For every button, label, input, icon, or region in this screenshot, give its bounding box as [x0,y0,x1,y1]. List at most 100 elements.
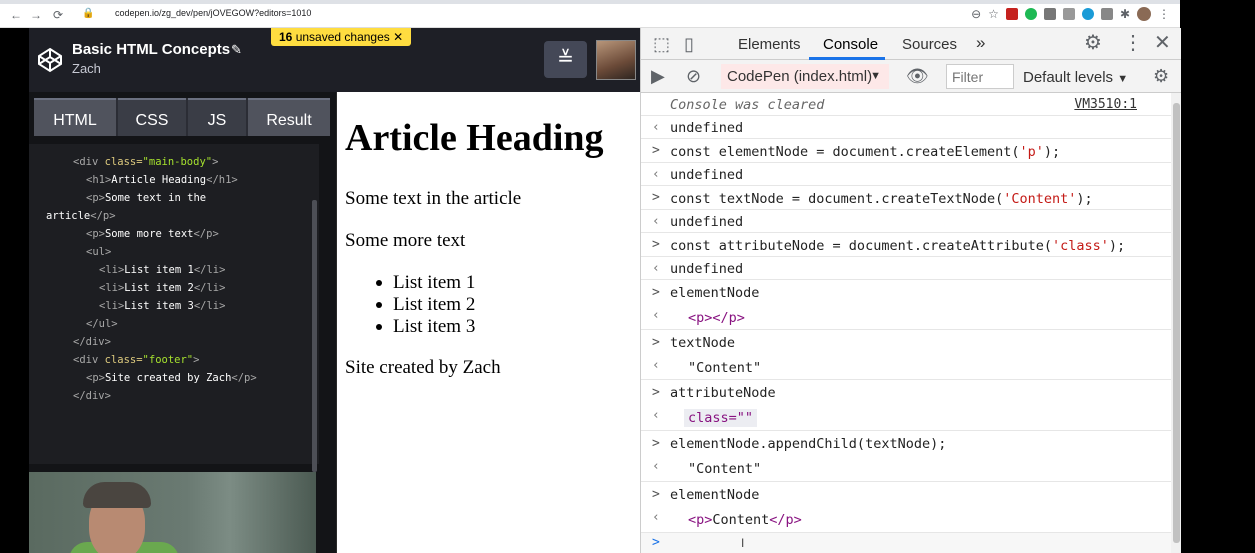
devtools-panel: ⬚ ▯ Elements Console Sources » ⚙ ⋮ ✕ ▶ ⊘… [640,28,1182,553]
code-line-13: <p>Site created by Zach</p> [86,372,257,384]
console-entry: > elementNode ‹ <p>Content</p> [641,482,1182,533]
unsaved-changes-badge[interactable]: 16 unsaved changes ✕ [271,28,412,46]
console-cleared-text: Console was cleared [670,97,825,113]
tab-elements[interactable]: Elements [738,36,801,53]
change-view-button[interactable]: ≚ [544,41,587,78]
live-expression-eye-icon[interactable]: 👁 [906,67,929,85]
unsaved-count: 16 [279,30,293,44]
code-line-2: <h1>Article Heading</h1> [86,174,238,186]
result-arrow-icon: ‹ [652,261,660,276]
tab-sources[interactable]: Sources [902,36,957,53]
code-line-12: <div class="footer"> [73,354,200,366]
menu-kebab-icon[interactable]: ⋮ [1158,8,1170,20]
more-tabs-icon[interactable]: » [976,33,985,53]
address-bar[interactable]: codepen.io/zg_dev/pen/jOVEGOW?editors=10… [115,8,311,18]
lock-icon: 🔒 [82,8,95,19]
console-command: > const elementNode = document.createEle… [641,139,1182,163]
element-node-output[interactable]: <p>Content</p> [688,512,802,528]
extension-gray-icon[interactable] [1043,8,1056,20]
chevron-down-icon: ▼ [1117,73,1129,85]
edit-title-pencil-icon[interactable]: ✎ [231,42,242,58]
result-arrow-icon: ‹ [652,358,660,373]
code-line-6: <ul> [86,246,112,258]
input-arrow-icon: > [652,436,660,451]
result-arrow-icon: ‹ [652,459,660,474]
code-line-4: article</p> [46,210,116,222]
article-paragraph-2: Some more text [345,230,466,251]
more-options-icon[interactable]: ⋮ [1123,33,1143,53]
console-prompt[interactable]: > I [641,533,1182,553]
forward-icon[interactable]: → [30,9,42,21]
pen-author[interactable]: Zach [72,61,101,76]
input-arrow-icon: > [652,487,660,502]
reload-icon[interactable]: ⟳ [53,9,63,21]
pen-title[interactable]: Basic HTML Concepts [72,41,230,58]
chevron-down-icon: ▼ [870,70,881,82]
back-icon[interactable]: ← [10,9,22,21]
settings-gear-icon[interactable]: ⚙ [1084,33,1102,53]
list-item: List item 2 [376,294,475,316]
close-icon[interactable]: ✕ [393,30,403,44]
zoom-icon[interactable]: ⊖ [971,8,981,20]
input-arrow-icon: > [652,385,660,400]
attribute-node-output[interactable]: class="" [684,409,758,427]
extension-red-icon[interactable] [1005,8,1018,20]
html-code-editor[interactable]: <div class="main-body"> <h1>Article Head… [29,144,319,472]
star-icon[interactable]: ☆ [988,8,999,20]
extension-b-icon[interactable] [1062,8,1075,20]
puzzle-icon[interactable]: ✱ [1120,8,1130,20]
editor-tabs: HTML CSS JS Result [34,98,330,136]
article-paragraph-1: Some text in the article [345,188,522,209]
tab-result[interactable]: Result [248,98,330,136]
filter-input[interactable] [946,64,1014,89]
codepen-logo-icon[interactable] [37,47,63,73]
element-node-output[interactable]: <p></p> [688,310,745,326]
clear-console-icon[interactable]: ⊘ [686,67,701,85]
console-output: Console was cleared VM3510:1 ‹ undefined… [641,93,1182,553]
result-arrow-icon: ‹ [652,120,660,135]
browser-toolbar: ← → ⟳ 🔒 codepen.io/zg_dev/pen/jOVEGOW?ed… [0,0,1180,28]
sidebar-toggle-icon[interactable]: ▶ [651,67,665,85]
input-arrow-icon: > [652,335,660,350]
editor-panel: HTML CSS JS Result <div class="main-body… [29,92,336,553]
code-line-1: <div class="main-body"> [73,156,219,168]
console-command: > const attributeNode = document.createA… [641,233,1182,257]
close-devtools-icon[interactable]: ✕ [1154,33,1171,53]
inspect-element-icon[interactable]: ⬚ [653,35,670,53]
console-settings-gear-icon[interactable]: ⚙ [1153,67,1169,85]
console-result: ‹ undefined [641,210,1182,233]
code-line-7: <li>List item 1</li> [99,264,226,276]
console-entry: > elementNode ‹ <p></p> [641,280,1182,330]
user-avatar[interactable] [596,40,636,80]
editor-scrollbar[interactable] [312,200,317,472]
console-entry: > attributeNode ‹ class="" [641,380,1182,431]
tab-html[interactable]: HTML [34,98,116,136]
scrollbar-thumb[interactable] [1173,103,1180,543]
result-arrow-icon: ‹ [652,167,660,182]
tab-console[interactable]: Console [823,36,878,53]
extension-box-icon[interactable] [1100,8,1113,20]
tab-js[interactable]: JS [188,98,246,136]
letterbox-right [1181,0,1255,553]
extension-icons: ⊖ ☆ ✱ ⋮ [971,7,1170,21]
input-arrow-icon: > [652,237,660,252]
console-entry: > textNode ‹ "Content" [641,330,1182,380]
extension-green-icon[interactable] [1024,8,1037,20]
profile-avatar[interactable] [1137,7,1151,21]
tab-css[interactable]: CSS [118,98,186,136]
context-selector[interactable]: CodePen (index.html) ▼ [721,64,889,89]
device-toolbar-icon[interactable]: ▯ [684,35,694,53]
console-message: Console was cleared VM3510:1 [641,93,1182,116]
input-arrow-icon: > [652,143,660,158]
console-toolbar: ▶ ⊘ CodePen (index.html)▼ 👁 Default leve… [641,60,1182,93]
source-link[interactable]: VM3510:1 [1074,97,1137,112]
code-line-8: <li>List item 2</li> [99,282,226,294]
code-line-5: <p>Some more text</p> [86,228,219,240]
webcam-person-cap [83,482,151,508]
result-arrow-icon: ‹ [652,214,660,229]
article-heading: Article Heading [345,117,604,159]
code-line-3: <p>Some text in the [86,192,207,204]
console-entry: > elementNode.appendChild(textNode); ‹ "… [641,431,1182,482]
extension-blue-icon[interactable] [1081,8,1094,20]
log-levels-dropdown[interactable]: Default levels ▼ [1023,69,1128,86]
